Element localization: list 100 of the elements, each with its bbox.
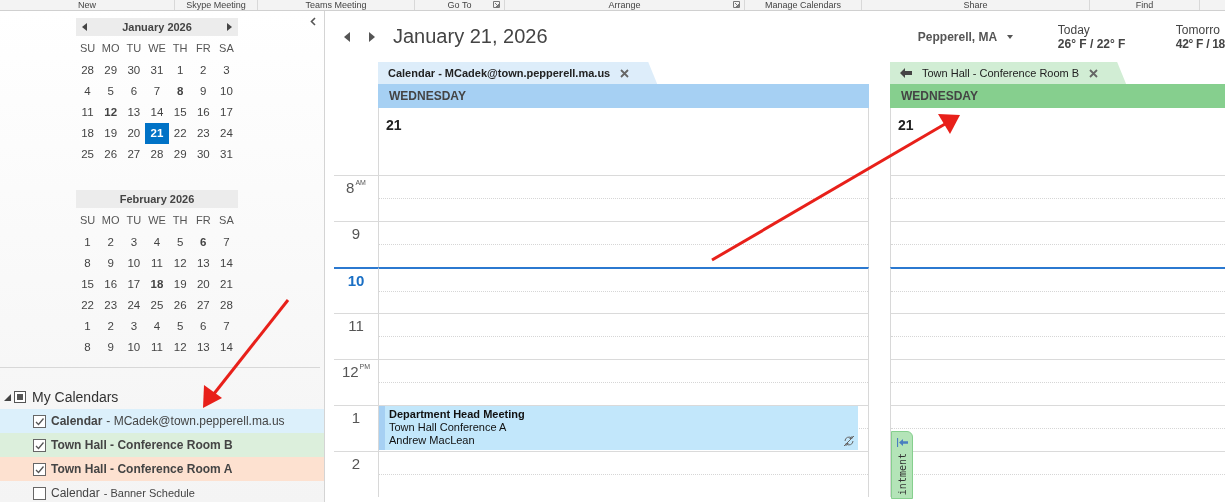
group-title[interactable]: My Calendars xyxy=(32,389,119,405)
calendar-list-item[interactable]: Calendar - Banner Schedule xyxy=(0,481,324,502)
calendar-day[interactable]: 12 xyxy=(168,337,192,358)
calendar-day[interactable]: 17 xyxy=(214,102,238,123)
calendar-day[interactable]: 22 xyxy=(76,295,100,316)
checkbox[interactable] xyxy=(33,462,46,476)
calendar-day[interactable]: 12 xyxy=(99,102,123,123)
calendar-day[interactable]: 6 xyxy=(122,81,146,102)
calendar-day[interactable]: 4 xyxy=(145,316,169,337)
time-slot[interactable] xyxy=(890,267,1225,313)
calendar-day[interactable]: 5 xyxy=(168,232,192,253)
calendar-list-item[interactable]: Town Hall - Conference Room B xyxy=(0,433,324,457)
calendar-list-item[interactable]: Town Hall - Conference Room A xyxy=(0,457,324,481)
calendar-day[interactable]: 29 xyxy=(168,144,192,165)
calendar-day[interactable]: 18 xyxy=(145,274,169,295)
previous-day-icon[interactable] xyxy=(344,31,350,42)
calendar-day[interactable]: 16 xyxy=(191,102,215,123)
calendar-day[interactable]: 28 xyxy=(214,295,238,316)
calendar-day[interactable]: 8 xyxy=(76,337,100,358)
calendar-day[interactable]: 10 xyxy=(122,253,146,274)
calendar-day[interactable]: 13 xyxy=(191,253,215,274)
calendar-day[interactable]: 14 xyxy=(214,337,238,358)
dialog-launcher-icon[interactable] xyxy=(733,1,740,8)
calendar-day[interactable]: 26 xyxy=(99,144,123,165)
calendar-day[interactable]: 1 xyxy=(168,60,192,81)
calendar-day[interactable]: 3 xyxy=(122,232,146,253)
calendar-day[interactable]: 7 xyxy=(214,232,238,253)
calendar-day[interactable]: 31 xyxy=(145,60,169,81)
weather-location[interactable]: Pepperell, MA xyxy=(917,29,998,44)
calendar-day[interactable]: 5 xyxy=(99,81,123,102)
calendar-day[interactable]: 18 xyxy=(76,123,100,144)
calendar-day[interactable]: 9 xyxy=(191,81,215,102)
calendar-day[interactable]: 2 xyxy=(99,232,123,253)
calendar-day[interactable]: 27 xyxy=(122,144,146,165)
calendar-day[interactable]: 7 xyxy=(145,81,169,102)
close-icon[interactable] xyxy=(620,68,630,78)
dropdown-caret-icon[interactable] xyxy=(1007,34,1014,39)
overlay-arrow-icon[interactable] xyxy=(900,68,912,78)
calendar-day[interactable]: 20 xyxy=(191,274,215,295)
calendar-day[interactable]: 9 xyxy=(99,337,123,358)
calendar-day[interactable]: 1 xyxy=(76,232,100,253)
calendar-day[interactable]: 2 xyxy=(191,60,215,81)
calendar-day[interactable]: 9 xyxy=(99,253,123,274)
calendar-day[interactable]: 2 xyxy=(99,316,123,337)
next-month-icon[interactable] xyxy=(227,23,232,31)
calendar-day[interactable]: 12 xyxy=(168,253,192,274)
calendar-day[interactable]: 20 xyxy=(122,123,146,144)
calendar-day[interactable]: 19 xyxy=(99,123,123,144)
calendar-day[interactable]: 3 xyxy=(122,316,146,337)
time-slot[interactable] xyxy=(378,267,869,313)
calendar-day[interactable]: 23 xyxy=(99,295,123,316)
calendar-list-item[interactable]: Calendar - MCadek@town.pepperell.ma.us xyxy=(0,409,324,433)
group-checkbox-icon[interactable] xyxy=(14,391,26,403)
calendar-day[interactable]: 30 xyxy=(191,144,215,165)
side-tab[interactable]: intment xyxy=(891,431,913,499)
collapse-pane-icon[interactable] xyxy=(310,17,316,26)
calendar-tab[interactable]: Calendar - MCadek@town.pepperell.ma.us xyxy=(378,62,658,84)
calendar-day[interactable]: 26 xyxy=(168,295,192,316)
calendar-day[interactable]: 31 xyxy=(214,144,238,165)
calendar-day[interactable]: 29 xyxy=(99,60,123,81)
calendar-day[interactable]: 13 xyxy=(122,102,146,123)
calendar-day[interactable]: 30 xyxy=(122,60,146,81)
close-icon[interactable] xyxy=(1089,68,1099,78)
previous-month-icon[interactable] xyxy=(82,23,87,31)
calendar-day[interactable]: 25 xyxy=(76,144,100,165)
calendar-day[interactable]: 25 xyxy=(145,295,169,316)
calendar-tab[interactable]: Town Hall - Conference Room B xyxy=(890,62,1127,84)
calendar-day[interactable]: 7 xyxy=(214,316,238,337)
calendar-day[interactable]: 8 xyxy=(76,253,100,274)
calendar-day[interactable]: 17 xyxy=(122,274,146,295)
calendar-day[interactable]: 15 xyxy=(76,274,100,295)
dialog-launcher-icon[interactable] xyxy=(493,1,500,8)
calendar-day[interactable]: 5 xyxy=(168,316,192,337)
calendar-day[interactable]: 23 xyxy=(191,123,215,144)
calendar-day[interactable]: 11 xyxy=(76,102,100,123)
calendar-day[interactable]: 10 xyxy=(214,81,238,102)
calendar-day[interactable]: 10 xyxy=(122,337,146,358)
expand-triangle-icon[interactable] xyxy=(4,393,11,401)
calendar-day[interactable]: 4 xyxy=(145,232,169,253)
calendar-day[interactable]: 27 xyxy=(191,295,215,316)
calendar-day[interactable]: 14 xyxy=(145,102,169,123)
calendar-day[interactable]: 14 xyxy=(214,253,238,274)
checkbox[interactable] xyxy=(33,438,46,452)
calendar-day[interactable]: 19 xyxy=(168,274,192,295)
next-day-icon[interactable] xyxy=(369,31,375,42)
calendar-day[interactable]: 3 xyxy=(214,60,238,81)
calendar-day[interactable]: 6 xyxy=(191,232,215,253)
calendar-day[interactable]: 21 xyxy=(145,123,169,144)
calendar-day[interactable]: 13 xyxy=(191,337,215,358)
calendar-day[interactable]: 11 xyxy=(145,253,169,274)
calendar-day[interactable]: 22 xyxy=(168,123,192,144)
calendar-day[interactable]: 11 xyxy=(145,337,169,358)
calendar-day[interactable]: 8 xyxy=(168,81,192,102)
calendar-day[interactable]: 28 xyxy=(145,144,169,165)
calendar-day[interactable]: 4 xyxy=(76,81,100,102)
calendar-day[interactable]: 1 xyxy=(76,316,100,337)
calendar-day[interactable]: 24 xyxy=(214,123,238,144)
calendar-day[interactable]: 24 xyxy=(122,295,146,316)
calendar-day[interactable]: 21 xyxy=(214,274,238,295)
checkbox[interactable] xyxy=(33,414,46,428)
